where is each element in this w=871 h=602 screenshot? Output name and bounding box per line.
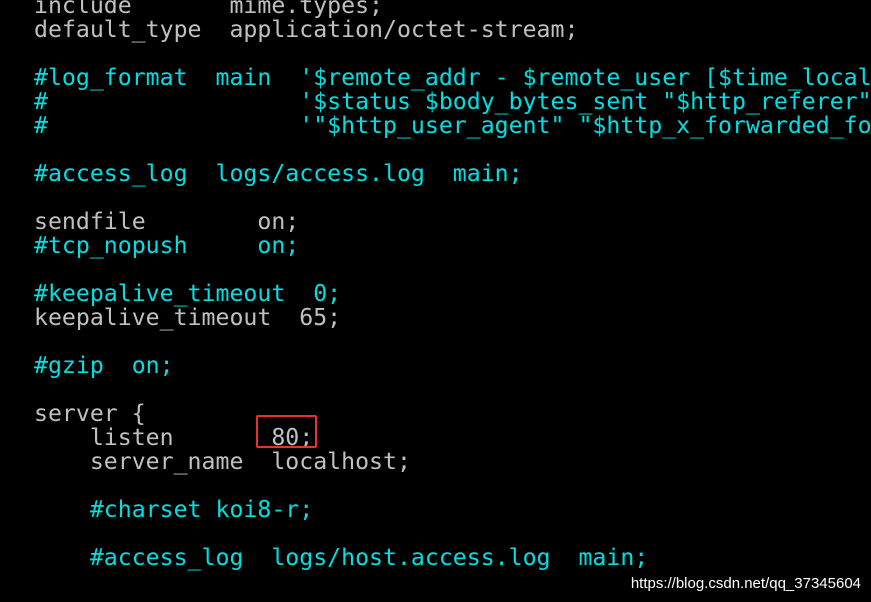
config-comment-line: #charset koi8-r; — [34, 496, 314, 523]
config-line: default_type application/octet-stream; — [34, 16, 579, 43]
config-comment-line: #tcp_nopush on; — [34, 232, 300, 259]
config-comment-line: #log_format main '$remote_addr - $remote… — [34, 64, 871, 91]
config-comment-line: #gzip on; — [34, 352, 174, 379]
config-comment-line: #keepalive_timeout 0; — [34, 280, 342, 307]
config-comment-line: # '"$http_user_agent" "$http_x_forwarded… — [34, 112, 871, 139]
terminal-window[interactable]: include mime.types; default_type applicat… — [0, 0, 871, 602]
config-comment-line: #access_log logs/access.log main; — [34, 160, 523, 187]
watermark-url: https://blog.csdn.net/qq_37345604 — [630, 575, 861, 592]
config-line: sendfile on; — [34, 208, 300, 235]
config-line: server_name localhost; — [34, 448, 411, 475]
listen-port-highlight-box — [256, 415, 317, 448]
config-comment-line: # '$status $body_bytes_sent "$http_refer… — [34, 88, 871, 115]
config-line: server { — [34, 400, 146, 427]
config-comment-line: #access_log logs/host.access.log main; — [34, 544, 649, 571]
config-line: keepalive_timeout 65; — [34, 304, 342, 331]
